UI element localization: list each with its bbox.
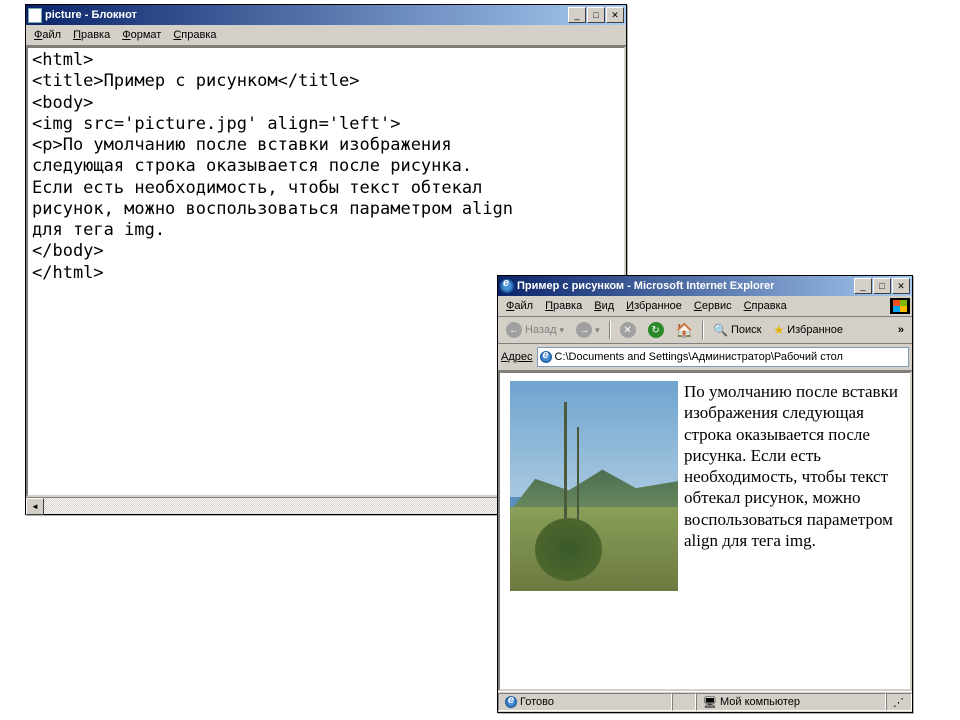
stop-button[interactable]: ✕ <box>615 320 641 340</box>
separator <box>609 321 611 339</box>
body-text: По умолчанию после вставки изображения с… <box>684 382 898 550</box>
notepad-icon <box>28 8 42 22</box>
arrow-left-icon: ← <box>506 322 522 338</box>
ie-addressbar: Адрес C:\Documents and Settings\Админист… <box>498 344 912 371</box>
menu-file[interactable]: Файл <box>28 28 67 42</box>
close-button[interactable]: ✕ <box>606 7 624 23</box>
separator <box>702 321 704 339</box>
chevron-down-icon: ▾ <box>560 325 565 336</box>
menu-help[interactable]: Справка <box>167 28 222 42</box>
embedded-image <box>510 381 678 591</box>
ie-toolbar: ← Назад ▾ → ▾ ✕ ↻ 🏠 🔍 Поиск ★ Избранное … <box>498 317 912 344</box>
favorites-label: Избранное <box>787 324 843 336</box>
page-icon <box>540 351 552 363</box>
refresh-button[interactable]: ↻ <box>643 320 669 340</box>
maximize-button[interactable]: □ <box>587 7 605 23</box>
menu-tools[interactable]: Сервис <box>688 299 738 313</box>
notepad-content: <html> <title>Пример с рисунком</title> … <box>32 50 620 284</box>
address-label: Адрес <box>501 351 533 363</box>
ie-menubar: Файл Правка Вид Избранное Сервис Справка <box>498 296 912 317</box>
menu-help[interactable]: Справка <box>738 299 793 313</box>
minimize-button[interactable]: _ <box>568 7 586 23</box>
ie-window: Пример с рисунком - Microsoft Internet E… <box>497 275 913 713</box>
search-icon: 🔍 <box>713 323 728 337</box>
window-controls: _ □ ✕ <box>568 7 624 23</box>
ie-title: Пример с рисунком - Microsoft Internet E… <box>517 280 854 292</box>
star-icon: ★ <box>773 323 784 337</box>
back-label: Назад <box>525 324 557 336</box>
chevron-down-icon: ▾ <box>595 325 600 336</box>
ie-statusbar: Готово 🖥 Мой компьютер ⋰ <box>498 691 912 712</box>
status-empty <box>672 693 696 711</box>
notepad-title: picture - Блокнот <box>45 9 568 21</box>
menu-favorites[interactable]: Избранное <box>620 299 688 313</box>
arrow-right-icon: → <box>576 322 592 338</box>
resize-grip[interactable]: ⋰ <box>886 693 912 711</box>
menu-format[interactable]: Формат <box>116 28 167 42</box>
status-zone: 🖥 Мой компьютер <box>696 693 886 711</box>
notepad-titlebar[interactable]: picture - Блокнот _ □ ✕ <box>26 5 626 25</box>
toolbar-expand-button[interactable]: » <box>893 322 909 338</box>
address-input[interactable]: C:\Documents and Settings\Администратор\… <box>537 347 910 367</box>
search-button[interactable]: 🔍 Поиск <box>708 321 766 339</box>
home-button[interactable]: 🏠 <box>671 320 698 341</box>
window-controls: _ □ ✕ <box>854 278 910 294</box>
home-icon: 🏠 <box>676 322 693 339</box>
forward-button[interactable]: → ▾ <box>571 320 605 340</box>
minimize-button[interactable]: _ <box>854 278 872 294</box>
menu-edit[interactable]: Правка <box>67 28 116 42</box>
computer-icon: 🖥 <box>703 696 717 709</box>
back-button[interactable]: ← Назад ▾ <box>501 320 569 340</box>
notepad-menubar: Файл Правка Формат Справка <box>26 25 626 46</box>
status-done: Готово <box>498 693 672 711</box>
ie-viewport[interactable]: По умолчанию после вставки изображения с… <box>498 371 912 691</box>
page-icon <box>505 696 517 708</box>
favorites-button[interactable]: ★ Избранное <box>768 321 848 339</box>
menu-edit[interactable]: Правка <box>539 299 588 313</box>
close-button[interactable]: ✕ <box>892 278 910 294</box>
menu-file[interactable]: Файл <box>500 299 539 313</box>
stop-icon: ✕ <box>620 322 636 338</box>
ie-titlebar[interactable]: Пример с рисунком - Microsoft Internet E… <box>498 276 912 296</box>
refresh-icon: ↻ <box>648 322 664 338</box>
scroll-left-button[interactable]: ◄ <box>26 498 44 515</box>
search-label: Поиск <box>731 324 761 336</box>
address-value: C:\Documents and Settings\Администратор\… <box>555 351 843 363</box>
throbber-icon <box>890 298 910 314</box>
ie-icon <box>500 279 514 293</box>
menu-view[interactable]: Вид <box>588 299 620 313</box>
maximize-button[interactable]: □ <box>873 278 891 294</box>
